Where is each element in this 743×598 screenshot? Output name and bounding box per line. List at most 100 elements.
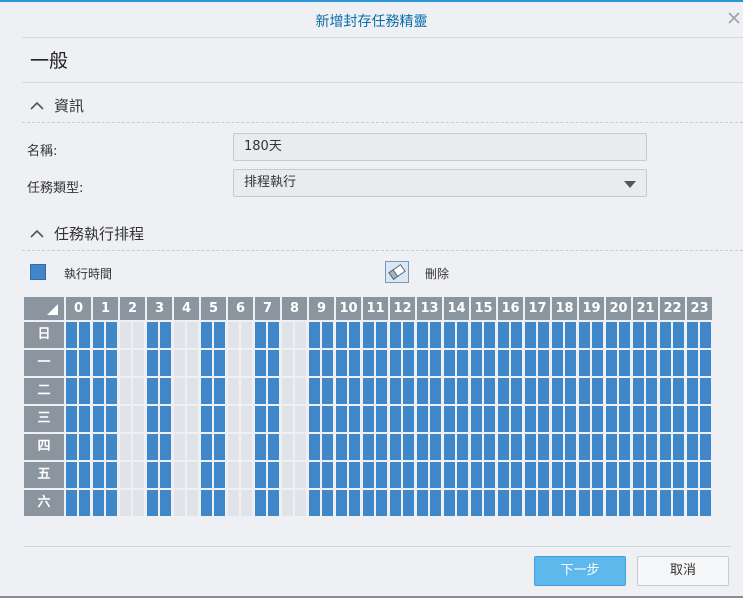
- schedule-cell[interactable]: [444, 434, 455, 460]
- hour-header-1[interactable]: 1: [93, 297, 118, 320]
- schedule-cell[interactable]: [160, 406, 171, 432]
- schedule-cell[interactable]: [619, 462, 630, 488]
- schedule-cell[interactable]: [660, 350, 671, 376]
- schedule-cell[interactable]: [646, 406, 657, 432]
- schedule-cell[interactable]: [120, 462, 131, 488]
- schedule-cell[interactable]: [349, 322, 360, 348]
- schedule-cell[interactable]: [336, 406, 347, 432]
- hour-header-22[interactable]: 22: [660, 297, 685, 320]
- hour-header-3[interactable]: 3: [147, 297, 172, 320]
- section-info-toggle[interactable]: 資訊: [30, 95, 84, 116]
- schedule-cell[interactable]: [700, 490, 711, 516]
- schedule-cell[interactable]: [106, 406, 117, 432]
- schedule-cell[interactable]: [457, 378, 468, 404]
- schedule-cell[interactable]: [430, 462, 441, 488]
- schedule-cell[interactable]: [147, 462, 158, 488]
- schedule-cell[interactable]: [498, 462, 509, 488]
- schedule-cell[interactable]: [133, 378, 144, 404]
- schedule-cell[interactable]: [403, 406, 414, 432]
- schedule-cell[interactable]: [457, 350, 468, 376]
- schedule-cell[interactable]: [444, 462, 455, 488]
- schedule-cell[interactable]: [538, 378, 549, 404]
- schedule-cell[interactable]: [255, 462, 266, 488]
- schedule-cell[interactable]: [322, 350, 333, 376]
- schedule-cell[interactable]: [93, 406, 104, 432]
- schedule-cell[interactable]: [660, 322, 671, 348]
- schedule-cell[interactable]: [498, 322, 509, 348]
- schedule-cell[interactable]: [106, 434, 117, 460]
- close-button[interactable]: [727, 8, 743, 28]
- schedule-cell[interactable]: [471, 462, 482, 488]
- schedule-cell[interactable]: [241, 350, 252, 376]
- schedule-cell[interactable]: [255, 490, 266, 516]
- schedule-cell[interactable]: [430, 350, 441, 376]
- delete-brush[interactable]: [385, 261, 409, 283]
- schedule-cell[interactable]: [511, 462, 522, 488]
- schedule-cell[interactable]: [322, 434, 333, 460]
- schedule-cell[interactable]: [511, 350, 522, 376]
- day-header-0[interactable]: 日: [24, 322, 64, 348]
- schedule-cell[interactable]: [241, 406, 252, 432]
- schedule-cell[interactable]: [525, 490, 536, 516]
- schedule-cell[interactable]: [687, 434, 698, 460]
- schedule-cell[interactable]: [268, 322, 279, 348]
- schedule-cell[interactable]: [633, 322, 644, 348]
- schedule-cell[interactable]: [484, 350, 495, 376]
- hour-header-7[interactable]: 7: [255, 297, 280, 320]
- schedule-cell[interactable]: [646, 462, 657, 488]
- schedule-cell[interactable]: [201, 406, 212, 432]
- schedule-cell[interactable]: [444, 490, 455, 516]
- schedule-cell[interactable]: [363, 322, 374, 348]
- schedule-cell[interactable]: [457, 406, 468, 432]
- schedule-cell[interactable]: [160, 434, 171, 460]
- schedule-cell[interactable]: [120, 350, 131, 376]
- schedule-cell[interactable]: [322, 462, 333, 488]
- schedule-cell[interactable]: [309, 378, 320, 404]
- schedule-cell[interactable]: [606, 350, 617, 376]
- hour-header-12[interactable]: 12: [390, 297, 415, 320]
- schedule-cell[interactable]: [268, 462, 279, 488]
- schedule-cell[interactable]: [417, 434, 428, 460]
- schedule-cell[interactable]: [228, 462, 239, 488]
- schedule-cell[interactable]: [417, 378, 428, 404]
- hour-header-19[interactable]: 19: [579, 297, 604, 320]
- schedule-cell[interactable]: [255, 322, 266, 348]
- schedule-cell[interactable]: [538, 406, 549, 432]
- schedule-cell[interactable]: [633, 406, 644, 432]
- day-header-2[interactable]: 二: [24, 378, 64, 404]
- schedule-cell[interactable]: [241, 322, 252, 348]
- schedule-cell[interactable]: [390, 490, 401, 516]
- schedule-cell[interactable]: [268, 434, 279, 460]
- schedule-cell[interactable]: [498, 350, 509, 376]
- schedule-cell[interactable]: [417, 406, 428, 432]
- schedule-cell[interactable]: [525, 350, 536, 376]
- schedule-cell[interactable]: [93, 350, 104, 376]
- schedule-cell[interactable]: [322, 490, 333, 516]
- schedule-cell[interactable]: [511, 434, 522, 460]
- schedule-cell[interactable]: [592, 406, 603, 432]
- schedule-cell[interactable]: [174, 378, 185, 404]
- schedule-cell[interactable]: [565, 462, 576, 488]
- section-schedule-toggle[interactable]: 任務執行排程: [30, 223, 144, 244]
- schedule-cell[interactable]: [295, 462, 306, 488]
- schedule-cell[interactable]: [201, 322, 212, 348]
- schedule-cell[interactable]: [430, 322, 441, 348]
- schedule-cell[interactable]: [336, 350, 347, 376]
- schedule-cell[interactable]: [579, 434, 590, 460]
- schedule-cell[interactable]: [390, 462, 401, 488]
- schedule-cell[interactable]: [255, 434, 266, 460]
- schedule-cell[interactable]: [201, 434, 212, 460]
- schedule-cell[interactable]: [214, 462, 225, 488]
- run-time-brush[interactable]: [30, 264, 46, 280]
- schedule-cell[interactable]: [525, 462, 536, 488]
- schedule-cell[interactable]: [390, 350, 401, 376]
- schedule-cell[interactable]: [484, 378, 495, 404]
- schedule-cell[interactable]: [430, 378, 441, 404]
- schedule-cell[interactable]: [79, 406, 90, 432]
- schedule-cell[interactable]: [282, 378, 293, 404]
- schedule-cell[interactable]: [120, 406, 131, 432]
- schedule-cell[interactable]: [187, 490, 198, 516]
- schedule-cell[interactable]: [336, 378, 347, 404]
- schedule-cell[interactable]: [336, 434, 347, 460]
- schedule-cell[interactable]: [309, 434, 320, 460]
